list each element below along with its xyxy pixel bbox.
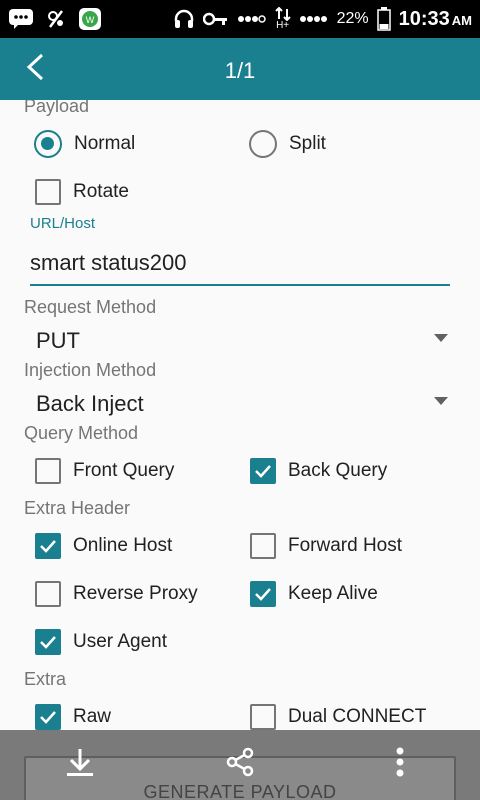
rotate-checkbox-option[interactable]: Rotate: [35, 177, 129, 207]
dropdown-arrow-icon: [434, 397, 448, 405]
normal-radio-option[interactable]: Normal: [34, 129, 135, 159]
injection-method-label: Injection Method: [24, 360, 157, 380]
keep-alive-option[interactable]: Keep Alive: [250, 579, 378, 609]
user-agent-option[interactable]: User Agent: [35, 627, 167, 657]
more-options-button[interactable]: [380, 744, 420, 784]
reverse-proxy-option[interactable]: Reverse Proxy: [35, 579, 198, 609]
url-host-label: URL/Host: [30, 215, 96, 232]
reverse-proxy-checkbox[interactable]: [35, 581, 61, 607]
payload-section-label: Payload: [24, 100, 90, 116]
split-label: Split: [289, 133, 326, 154]
download-icon: [64, 746, 96, 783]
user-agent-checkbox[interactable]: [35, 629, 61, 655]
back-query-checkbox[interactable]: [250, 458, 276, 484]
forward-host-checkbox[interactable]: [250, 533, 276, 559]
back-query-label: Back Query: [288, 460, 388, 481]
signal-dots-icon: [299, 13, 329, 25]
url-host-input[interactable]: [30, 242, 450, 286]
share-button[interactable]: [220, 744, 260, 784]
rotate-checkbox[interactable]: [35, 179, 61, 205]
query-method-label: Query Method: [24, 423, 139, 443]
app-bar: 1/1: [0, 38, 480, 100]
dropdown-arrow-icon: [434, 334, 448, 342]
split-radio[interactable]: [249, 130, 277, 158]
share-icon: [224, 746, 256, 783]
request-method-spinner[interactable]: PUT: [24, 320, 456, 360]
more-vert-icon: [395, 746, 405, 783]
clock: 10:33 AM: [398, 7, 472, 30]
back-query-option[interactable]: Back Query: [250, 456, 387, 486]
keep-alive-checkbox[interactable]: [250, 581, 276, 607]
keep-alive-label: Keep Alive: [288, 583, 378, 604]
injection-method-spinner[interactable]: Back Inject: [24, 383, 456, 423]
forward-host-option[interactable]: Forward Host: [250, 531, 402, 561]
extra-header-label: Extra Header: [24, 498, 131, 518]
user-agent-label: User Agent: [73, 631, 167, 652]
reverse-proxy-label: Reverse Proxy: [73, 583, 198, 604]
online-host-checkbox[interactable]: [35, 533, 61, 559]
online-host-option[interactable]: Online Host: [35, 531, 172, 561]
data-arrows-icon: H+: [274, 7, 291, 31]
payload-form: Payload Normal Split Rotate URL/Host Req…: [0, 100, 480, 730]
no-sim-icon: [44, 7, 68, 31]
extra-label: Extra: [24, 669, 67, 689]
request-method-value: PUT: [36, 328, 80, 353]
raw-option[interactable]: Raw: [35, 702, 111, 730]
bbm-icon: [8, 8, 34, 30]
front-query-option[interactable]: Front Query: [35, 456, 174, 486]
key-icon: [202, 11, 229, 27]
network-type: H+: [276, 20, 290, 31]
rotate-label: Rotate: [73, 181, 129, 202]
front-query-checkbox[interactable]: [35, 458, 61, 484]
status-bar: W H+ 22% 10:33 AM: [0, 0, 480, 38]
split-radio-option[interactable]: Split: [249, 129, 326, 159]
forward-host-label: Forward Host: [288, 535, 403, 556]
download-button[interactable]: [60, 744, 100, 784]
battery-percent: 22%: [336, 10, 369, 27]
battery-icon: [376, 7, 391, 31]
generate-payload-label: GENERATE PAYLOAD: [143, 782, 337, 800]
request-method-label: Request Method: [24, 297, 157, 317]
normal-label: Normal: [74, 133, 136, 154]
page-title: 1/1: [224, 58, 256, 83]
front-query-label: Front Query: [73, 460, 175, 481]
signal-dots-icon: [237, 13, 267, 25]
headset-icon: [173, 8, 195, 30]
whatsapp-like-app-icon: W: [78, 7, 102, 31]
dual-connect-checkbox[interactable]: [250, 704, 276, 730]
raw-checkbox[interactable]: [35, 704, 61, 730]
normal-radio[interactable]: [34, 130, 62, 158]
dual-connect-option[interactable]: Dual CONNECT: [250, 702, 426, 730]
raw-label: Raw: [73, 706, 112, 727]
svg-text:W: W: [86, 15, 95, 25]
bottom-action-bar: GENERATE PAYLOAD: [0, 730, 480, 800]
injection-method-value: Back Inject: [36, 391, 144, 416]
dual-connect-label: Dual CONNECT: [288, 706, 427, 727]
online-host-label: Online Host: [73, 535, 173, 556]
